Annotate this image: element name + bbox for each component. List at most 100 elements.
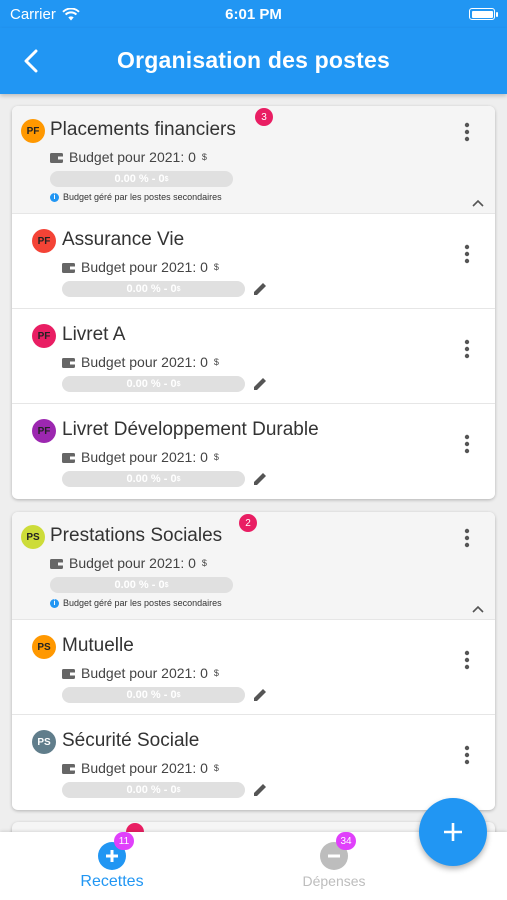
group-name: Placements financiers xyxy=(50,119,236,140)
tab-label: Dépenses xyxy=(302,873,366,889)
group-menu-button[interactable] xyxy=(455,526,479,550)
currency-symbol: $ xyxy=(213,668,219,678)
poste-name: Sécurité Sociale xyxy=(62,730,200,751)
poste-budget: Budget pour 2021: 0 $ xyxy=(62,354,219,370)
add-poste-fab[interactable] xyxy=(419,798,487,866)
note-text: Budget géré par les postes secondaires xyxy=(63,598,222,608)
more-vert-icon xyxy=(464,528,470,548)
group-avatar: PF xyxy=(21,119,45,143)
info-icon: i xyxy=(50,192,59,202)
budget-text: Budget pour 2021: 0 xyxy=(81,259,208,275)
app-bar: Organisation des postes xyxy=(0,28,507,94)
currency-symbol: $ xyxy=(213,763,219,773)
poste-avatar: PS xyxy=(32,635,56,659)
poste-progress-bar: 0.00 % - 0 $ xyxy=(62,782,245,798)
tab-recettes[interactable]: 11 Recettes xyxy=(37,832,187,900)
poste-menu-button[interactable] xyxy=(455,242,479,266)
poste-menu-button[interactable] xyxy=(455,648,479,672)
poste-avatar: PF xyxy=(32,419,56,443)
remove-circle-icon: 34 xyxy=(320,832,356,870)
group-header[interactable]: PF Placements financiers 3 Budget pour 2… xyxy=(12,106,495,213)
currency-symbol: $ xyxy=(213,262,219,272)
budget-text: Budget pour 2021: 0 xyxy=(81,665,208,681)
poste-row[interactable]: PS Mutuelle Budget pour 2021: 0 $ 0.00 % … xyxy=(12,619,495,714)
more-vert-icon xyxy=(464,434,470,454)
poste-name: Assurance Vie xyxy=(62,229,185,250)
progress-label: 0.00 % - 0 xyxy=(126,473,177,485)
wallet-icon xyxy=(62,357,75,368)
group-note: i Budget géré par les postes secondaires xyxy=(50,598,222,608)
tab-depenses[interactable]: 34 Dépenses xyxy=(259,832,409,900)
wallet-icon xyxy=(62,763,75,774)
progress-unit: $ xyxy=(176,691,181,699)
edit-pencil-icon[interactable] xyxy=(252,471,268,487)
group-count-badge: 2 xyxy=(239,514,257,532)
more-vert-icon xyxy=(464,650,470,670)
poste-budget: Budget pour 2021: 0 $ xyxy=(62,259,219,275)
plus-icon xyxy=(444,823,462,841)
currency-symbol: $ xyxy=(201,558,207,568)
poste-avatar: PS xyxy=(32,730,56,754)
info-icon: i xyxy=(50,598,59,608)
group-budget: Budget pour 2021: 0 $ xyxy=(50,555,207,571)
progress-unit: $ xyxy=(176,786,181,794)
edit-pencil-icon[interactable] xyxy=(252,687,268,703)
group-menu-button[interactable] xyxy=(455,120,479,144)
progress-unit: $ xyxy=(176,380,181,388)
page-title: Organisation des postes xyxy=(117,47,390,73)
poste-menu-button[interactable] xyxy=(455,432,479,456)
group-card-prestations: PS Prestations Sociales 2 Budget pour 20… xyxy=(12,512,495,810)
currency-symbol: $ xyxy=(201,152,207,162)
poste-progress-bar: 0.00 % - 0 $ xyxy=(62,471,245,487)
progress-unit: $ xyxy=(164,175,169,183)
depenses-count-badge: 34 xyxy=(336,832,356,850)
collapse-chevron-icon[interactable] xyxy=(471,198,485,208)
poste-row[interactable]: PS Sécurité Sociale Budget pour 2021: 0 $… xyxy=(12,714,495,809)
edit-pencil-icon[interactable] xyxy=(252,376,268,392)
wallet-icon xyxy=(62,668,75,679)
budget-text: Budget pour 2021: 0 xyxy=(81,449,208,465)
poste-progress-bar: 0.00 % - 0 $ xyxy=(62,281,245,297)
budget-text: Budget pour 2021: 0 xyxy=(81,760,208,776)
progress-label: 0.00 % - 0 xyxy=(114,173,165,185)
more-vert-icon xyxy=(464,122,470,142)
group-progress-bar: 0.00 % - 0 $ xyxy=(50,577,233,593)
poste-avatar: PF xyxy=(32,229,56,253)
edit-pencil-icon[interactable] xyxy=(252,281,268,297)
poste-progress-bar: 0.00 % - 0 $ xyxy=(62,376,245,392)
wallet-icon xyxy=(62,262,75,273)
group-name: Prestations Sociales xyxy=(50,525,223,546)
poste-row[interactable]: PF Assurance Vie Budget pour 2021: 0 $ 0.… xyxy=(12,213,495,308)
progress-label: 0.00 % - 0 xyxy=(126,283,177,295)
poste-avatar: PF xyxy=(32,324,56,348)
wallet-icon xyxy=(62,452,75,463)
progress-label: 0.00 % - 0 xyxy=(114,579,165,591)
progress-label: 0.00 % - 0 xyxy=(126,378,177,390)
progress-label: 0.00 % - 0 xyxy=(126,784,177,796)
group-header[interactable]: PS Prestations Sociales 2 Budget pour 20… xyxy=(12,512,495,619)
poste-name: Livret Développement Durable xyxy=(62,419,319,440)
wallet-icon xyxy=(50,558,63,569)
budget-text: Budget pour 2021: 0 xyxy=(81,354,208,370)
poste-menu-button[interactable] xyxy=(455,337,479,361)
progress-label: 0.00 % - 0 xyxy=(126,689,177,701)
wallet-icon xyxy=(50,152,63,163)
group-budget: Budget pour 2021: 0 $ xyxy=(50,149,207,165)
poste-budget: Budget pour 2021: 0 $ xyxy=(62,449,219,465)
clock: 6:01 PM xyxy=(225,6,282,23)
group-card-placements: PF Placements financiers 3 Budget pour 2… xyxy=(12,106,495,499)
group-progress-bar: 0.00 % - 0 $ xyxy=(50,171,233,187)
note-text: Budget géré par les postes secondaires xyxy=(63,192,222,202)
collapse-chevron-icon[interactable] xyxy=(471,604,485,614)
poste-row[interactable]: PF Livret Développement Durable Budget p… xyxy=(12,403,495,498)
postes-list[interactable]: PF Placements financiers 3 Budget pour 2… xyxy=(0,94,507,832)
budget-text: Budget pour 2021: 0 xyxy=(69,555,196,571)
progress-unit: $ xyxy=(176,475,181,483)
poste-name: Mutuelle xyxy=(62,635,134,656)
poste-menu-button[interactable] xyxy=(455,743,479,767)
progress-unit: $ xyxy=(164,581,169,589)
edit-pencil-icon[interactable] xyxy=(252,782,268,798)
add-circle-icon: 11 xyxy=(98,832,134,870)
poste-row[interactable]: PF Livret A Budget pour 2021: 0 $ 0.00 % … xyxy=(12,308,495,403)
poste-progress-bar: 0.00 % - 0 $ xyxy=(62,687,245,703)
